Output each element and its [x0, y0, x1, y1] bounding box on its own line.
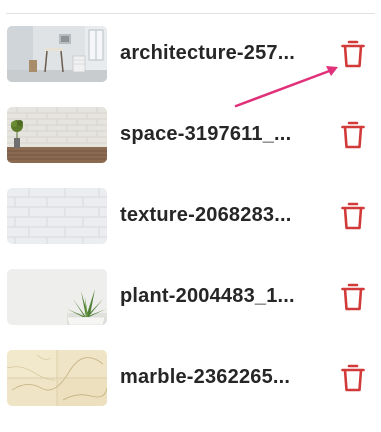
- file-name[interactable]: space-3197611_...: [120, 121, 325, 147]
- delete-button[interactable]: [337, 280, 369, 314]
- list-item: texture-2068283...: [0, 188, 381, 248]
- delete-button[interactable]: [337, 361, 369, 395]
- delete-button[interactable]: [337, 37, 369, 71]
- trash-icon: [341, 202, 365, 230]
- thumbnail-image: [7, 107, 107, 163]
- trash-icon: [341, 121, 365, 149]
- thumbnail-image: [7, 26, 107, 82]
- thumbnail-image: [7, 269, 107, 325]
- file-name[interactable]: texture-2068283...: [120, 202, 325, 228]
- delete-button[interactable]: [337, 118, 369, 152]
- list-item: marble-2362265...: [0, 350, 381, 410]
- trash-icon: [341, 283, 365, 311]
- delete-button[interactable]: [337, 199, 369, 233]
- list-item: architecture-257...: [0, 26, 381, 86]
- thumbnail-image: [7, 350, 107, 406]
- file-list: architecture-257... space-3197611_... te…: [0, 0, 381, 432]
- trash-icon: [341, 364, 365, 392]
- list-item: plant-2004483_1...: [0, 269, 381, 329]
- trash-icon: [341, 40, 365, 68]
- file-name[interactable]: architecture-257...: [120, 40, 325, 66]
- file-name[interactable]: plant-2004483_1...: [120, 283, 325, 309]
- list-item: space-3197611_...: [0, 107, 381, 167]
- thumbnail-image: [7, 188, 107, 244]
- file-name[interactable]: marble-2362265...: [120, 364, 325, 390]
